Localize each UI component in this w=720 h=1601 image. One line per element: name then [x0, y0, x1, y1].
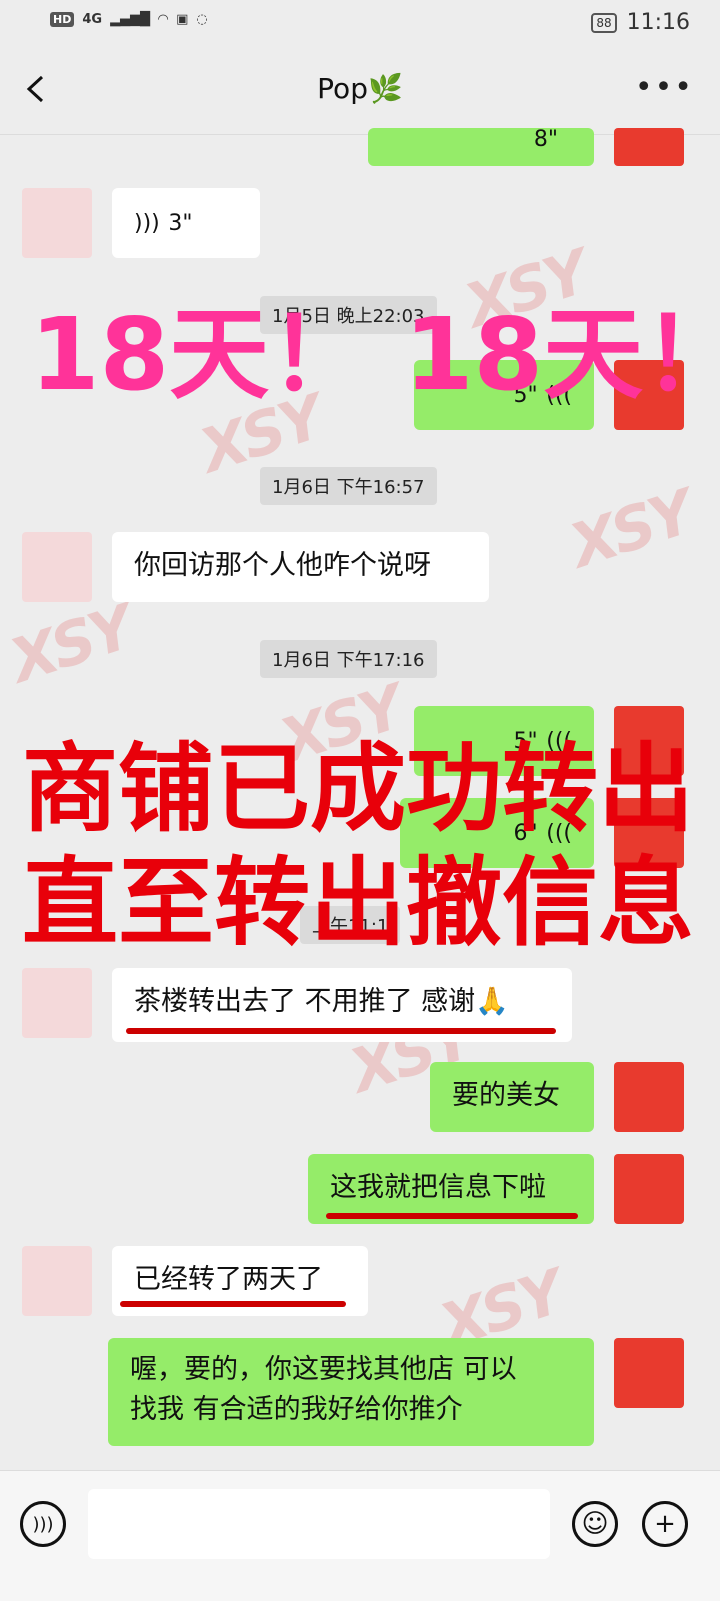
input-bar: ))) ☺ + — [0, 1470, 720, 1601]
overlay-caption-red: 商铺已成功转出 — [22, 733, 694, 845]
voice-input-icon[interactable]: ))) — [20, 1501, 66, 1547]
status-bar: HD 4G ▂▄▆█ ◠ ▣ ◌ 88 11:16 — [0, 0, 720, 48]
contact-avatar[interactable] — [22, 188, 92, 258]
watermark: XSY — [562, 478, 699, 582]
clock: 11:16 — [626, 10, 690, 35]
contact-avatar[interactable] — [22, 1246, 92, 1316]
message-line: 喔，要的，你这要找其他店 可以 — [130, 1354, 517, 1385]
message-input[interactable] — [88, 1489, 550, 1559]
my-avatar[interactable] — [614, 1154, 684, 1224]
highlight-underline — [120, 1301, 346, 1307]
message-line: 找我 有合适的我好给你推介 — [130, 1394, 463, 1425]
overlay-caption-pink: 18天！ 18天！ — [30, 296, 720, 413]
overlay-caption-red: 直至转出撤信息 — [22, 847, 694, 959]
status-right: 88 11:16 — [591, 10, 690, 35]
add-icon[interactable]: + — [642, 1501, 688, 1547]
my-avatar[interactable] — [614, 1062, 684, 1132]
network-label: 4G — [82, 12, 103, 27]
app-notification-icon: ▣ — [176, 12, 189, 27]
timestamp: 1月6日 下午17:16 — [260, 640, 437, 678]
highlight-underline — [326, 1213, 578, 1219]
contact-avatar[interactable] — [22, 968, 92, 1038]
signal-icon: ▂▄▆█ — [110, 12, 151, 27]
text-message[interactable]: 你回访那个人他咋个说呀 — [112, 532, 489, 602]
text-message[interactable]: 要的美女 — [430, 1062, 594, 1132]
timestamp: 1月6日 下午16:57 — [260, 467, 437, 505]
status-left: HD 4G ▂▄▆█ ◠ ▣ ◌ — [50, 12, 208, 27]
voice-duration: 3" — [168, 211, 193, 236]
my-avatar[interactable] — [614, 128, 684, 166]
voice-duration: 8" — [533, 127, 558, 152]
battery-icon: 88 — [591, 12, 617, 33]
emoji-icon[interactable]: ☺ — [572, 1501, 618, 1547]
watermark: XSY — [2, 593, 139, 697]
chat-notification-icon: ◌ — [196, 12, 208, 27]
wifi-icon: ◠ — [158, 12, 169, 27]
chat-title: Pop🌿 — [317, 72, 403, 105]
highlight-underline — [126, 1028, 556, 1034]
voice-message[interactable]: 8" — [368, 127, 594, 166]
more-options-icon[interactable]: ••• — [635, 70, 694, 105]
text-message[interactable]: 喔，要的，你这要找其他店 可以 找我 有合适的我好给你推介 — [108, 1338, 594, 1446]
my-avatar[interactable] — [614, 1338, 684, 1408]
chat-header: Pop🌿 ••• — [0, 48, 720, 135]
hd-label: HD — [50, 12, 75, 27]
voice-wave-icon: ))) — [134, 211, 160, 236]
contact-avatar[interactable] — [22, 532, 92, 602]
voice-message[interactable]: ))) 3" — [112, 188, 260, 258]
